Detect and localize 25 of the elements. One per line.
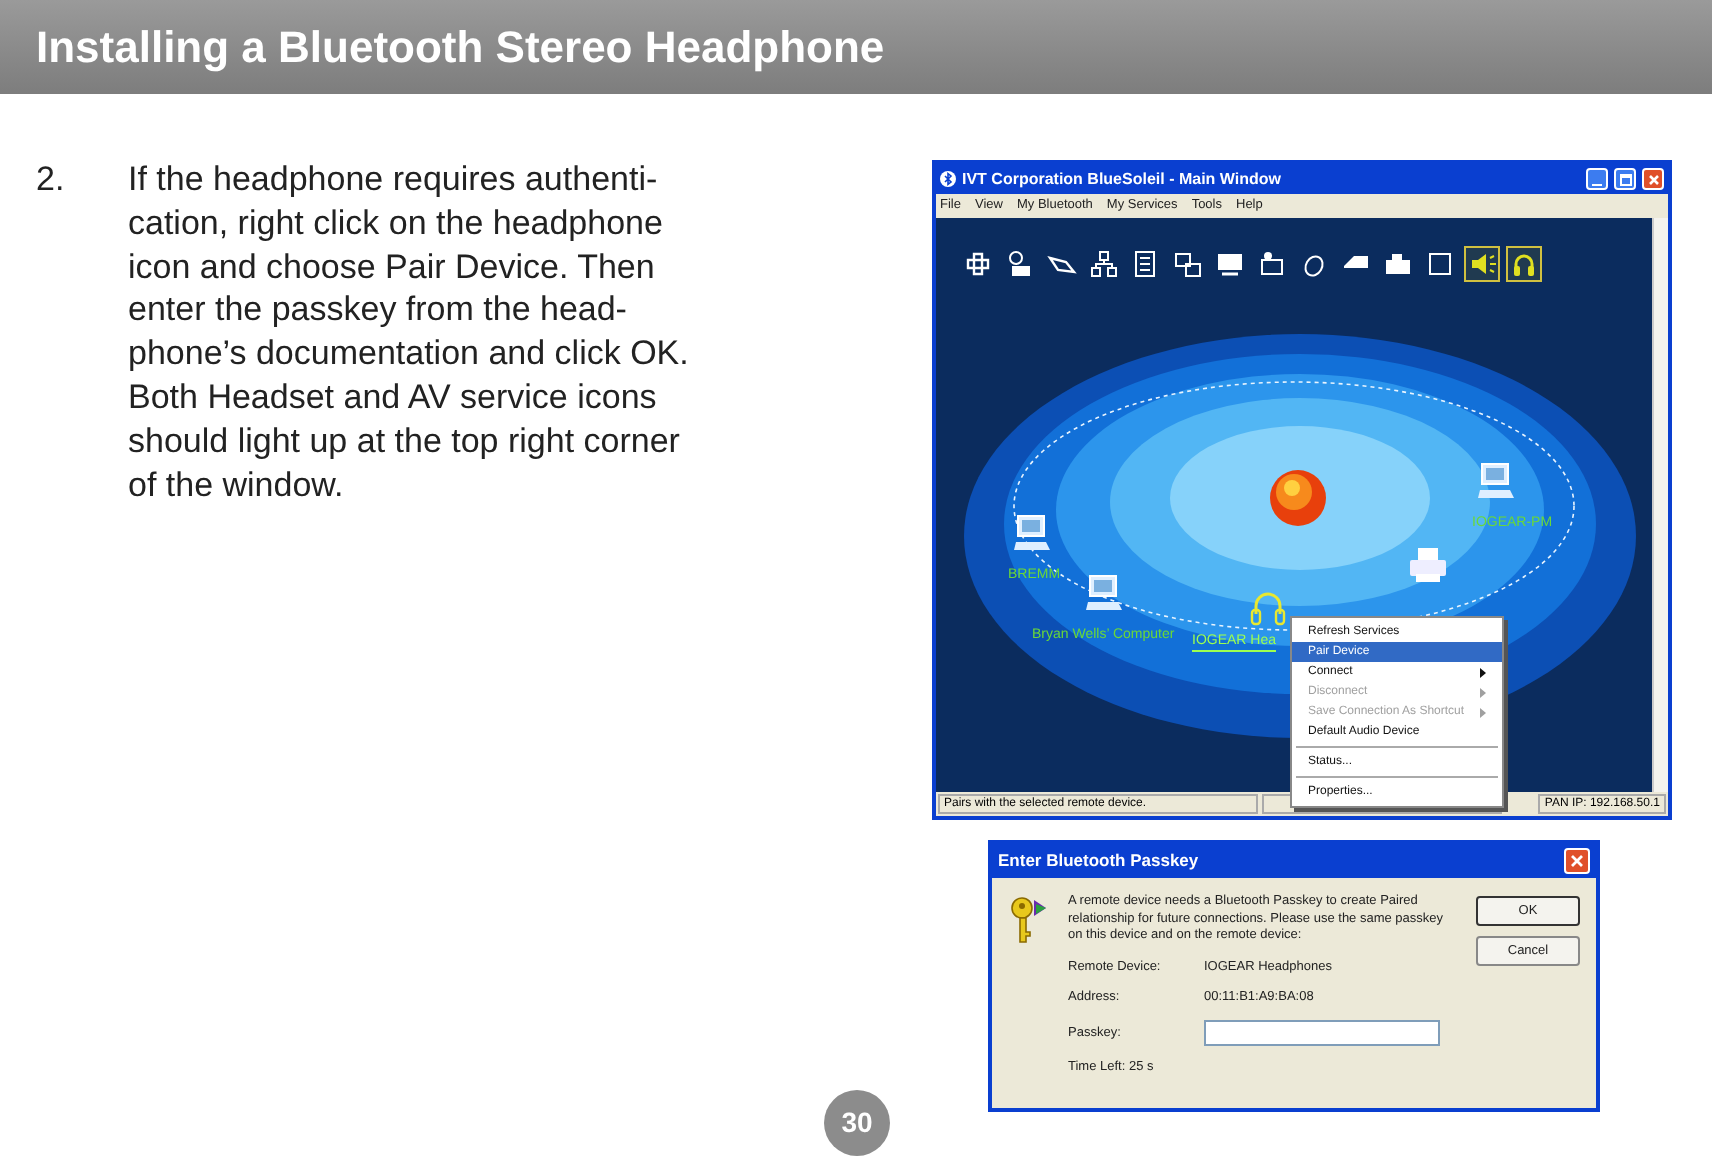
active-service-icon[interactable] [1464, 246, 1500, 282]
page-title: Installing a Bluetooth Stereo Headphone [36, 20, 885, 76]
minimize-icon [1592, 183, 1602, 186]
step-number: 2. [36, 158, 67, 202]
close-button[interactable] [1564, 848, 1590, 874]
maximize-icon [1619, 173, 1631, 185]
close-icon [1570, 854, 1584, 868]
dialog-title: Enter Bluetooth Passkey [998, 848, 1201, 874]
service-icon[interactable] [1086, 246, 1122, 282]
computer-icon[interactable] [1476, 462, 1516, 502]
window-title: IVT Corporation BlueSoleil - Main Window [962, 167, 1283, 191]
scroll-bar[interactable] [1652, 218, 1668, 792]
close-icon [1647, 173, 1659, 185]
page-number: 30 [824, 1090, 890, 1156]
step-text: If the headphone requires authenti- cation, right click on the headphone icon and choose Pair Device. Then enter the passkey from the head- phone’s documentation and click OK. Both Headset and AV service icons should light up at the top right corner of the window. [128, 158, 689, 508]
computer-icon[interactable] [1012, 514, 1052, 554]
passkey-field[interactable] [1204, 1020, 1440, 1046]
minimize-button[interactable] [1586, 168, 1608, 190]
computer-icon[interactable] [1084, 574, 1124, 614]
bluetooth-icon [940, 170, 956, 188]
printer-icon[interactable] [1408, 546, 1448, 586]
maximize-button[interactable] [1614, 168, 1636, 190]
close-button[interactable] [1642, 168, 1664, 190]
active-service-icon[interactable] [1506, 246, 1542, 282]
sun-drawing [1270, 470, 1326, 526]
